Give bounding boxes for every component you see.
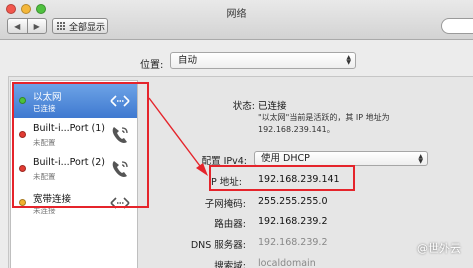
search-field[interactable] <box>441 18 473 34</box>
dns-server-label: DNS 服务器: <box>190 240 246 251</box>
dns-server-value: 192.168.239.2 <box>258 237 328 248</box>
location-value: 自动 <box>178 55 198 66</box>
router-value: 192.168.239.2 <box>258 216 328 227</box>
config-ipv4-select[interactable]: 使用 DHCP ▲ ▼ <box>254 151 428 166</box>
watermark: @世外云 <box>417 240 461 256</box>
chevron-left-icon: ◀ <box>14 21 21 31</box>
subnet-mask-value: 255.255.255.0 <box>258 196 328 207</box>
select-arrows-icon: ▲ ▼ <box>418 153 423 165</box>
status-note-ip: 192.168.239.141。 <box>258 125 335 134</box>
select-arrows-icon: ▲ ▼ <box>346 54 351 66</box>
config-ipv4-value: 使用 DHCP <box>261 153 310 164</box>
back-button[interactable]: ◀ <box>8 19 27 33</box>
location-select[interactable]: 自动 ▲ ▼ <box>170 52 356 69</box>
location-label: 位置: <box>140 60 164 71</box>
highlight-box-ip-address <box>209 165 355 191</box>
subnet-mask-label: 子网掩码: <box>204 199 246 210</box>
grid-icon <box>57 21 66 31</box>
watermark-text: @世外云 <box>417 242 461 255</box>
show-all-label: 全部显示 <box>69 22 106 33</box>
forward-button[interactable]: ▶ <box>26 19 47 33</box>
status-label: 状态: <box>232 101 255 112</box>
chevron-right-icon: ▶ <box>33 21 40 31</box>
show-all-button[interactable]: 全部显示 <box>52 18 108 34</box>
search-domain-value: localdomain <box>258 258 316 268</box>
back-forward-group: ◀ ▶ <box>7 18 47 34</box>
window-toolbar: 网络 ◀ ▶ 全部显示 <box>0 0 473 40</box>
search-domain-label: 搜索域: <box>214 261 246 268</box>
highlight-box-service-list <box>12 82 149 208</box>
status-note: "以太网"当前是活跃的，其 IP 地址为 <box>258 113 390 122</box>
router-label: 路由器: <box>214 219 246 230</box>
status-value: 已连接 <box>258 101 287 112</box>
